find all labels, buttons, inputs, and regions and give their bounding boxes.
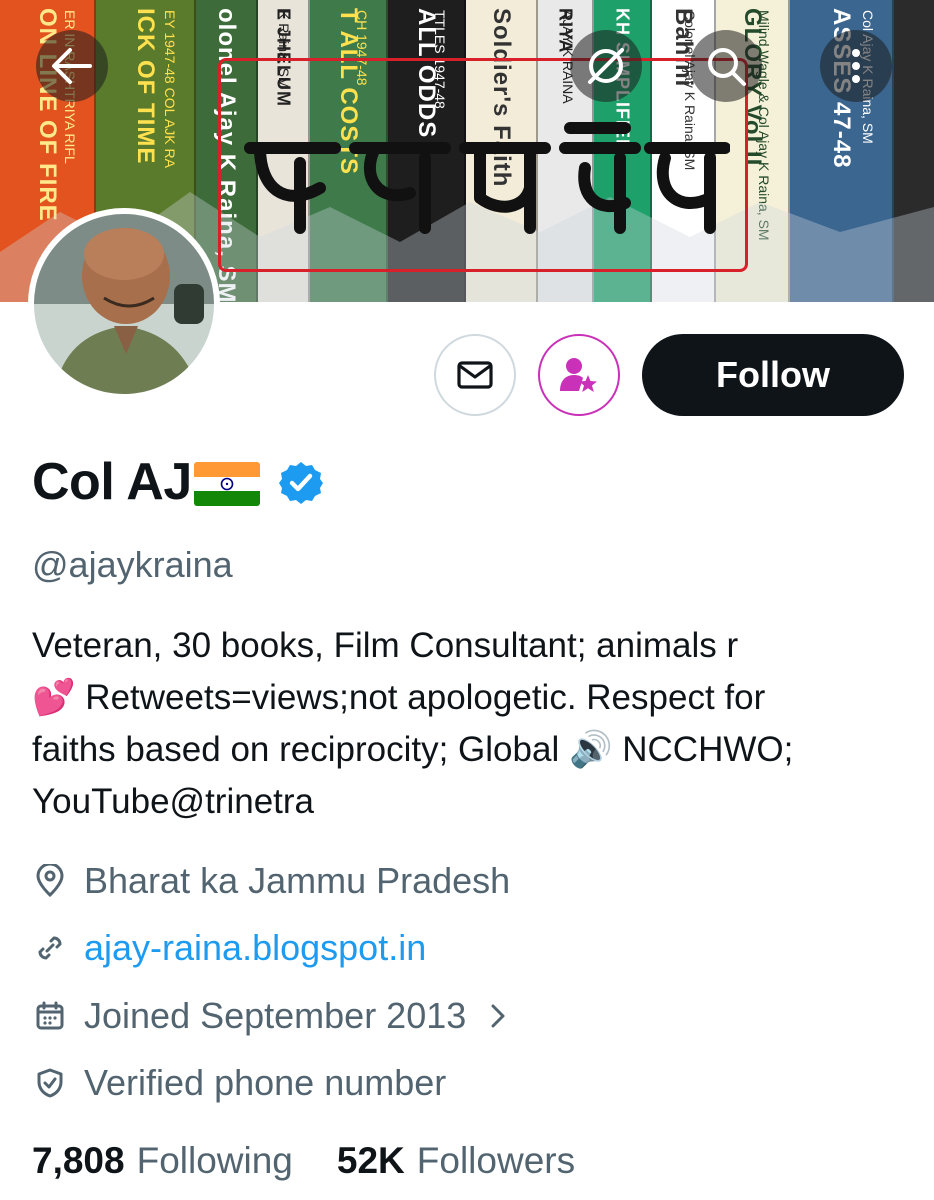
website-link[interactable]: ajay-raina.blogspot.in — [84, 927, 426, 969]
subscribe-button[interactable] — [538, 334, 620, 416]
calendar-icon — [32, 998, 68, 1034]
user-star-icon — [560, 358, 597, 392]
name-row: Col AJ — [32, 452, 324, 512]
bio-line: faiths based on reciprocity; Global 🔊 NC… — [32, 730, 794, 769]
display-name: Col AJ — [32, 453, 192, 511]
joined-text: Joined September 2013 — [84, 995, 467, 1036]
verified-phone-text: Verified phone number — [84, 1062, 447, 1103]
chevron-right-icon — [491, 1004, 505, 1028]
follow-stats: 7,808 Following 52K Followers — [32, 1140, 575, 1182]
location-text: Bharat ka Jammu Pradesh — [84, 860, 511, 901]
following-stat[interactable]: 7,808 Following — [32, 1140, 293, 1182]
location-pin-icon — [32, 863, 68, 899]
more-vertical-icon — [852, 49, 860, 83]
bio: Veteran, 30 books, Film Consultant; anim… — [32, 620, 912, 828]
book-spine-subtitle: EY 1947-48 COL AJK RA — [162, 10, 178, 168]
followers-stat[interactable]: 52K Followers — [337, 1140, 575, 1182]
banner-logo-glyphs — [244, 122, 730, 234]
avatar[interactable] — [28, 208, 220, 400]
more-button[interactable] — [820, 30, 892, 102]
search-button[interactable] — [690, 30, 762, 102]
verified-phone-row: Verified phone number — [32, 1062, 446, 1104]
joined-row[interactable]: Joined September 2013 — [32, 995, 508, 1037]
verified-badge-icon[interactable] — [278, 460, 324, 506]
location-row: Bharat ka Jammu Pradesh — [32, 860, 510, 902]
avatar-photo — [34, 214, 214, 394]
search-icon — [708, 48, 746, 86]
grok-button[interactable] — [570, 30, 642, 102]
followers-label: Followers — [416, 1140, 576, 1181]
following-label: Following — [136, 1140, 293, 1181]
shield-check-icon — [32, 1065, 68, 1101]
grok-icon — [588, 48, 624, 84]
bio-line: Veteran, 30 books, Film Consultant; anim… — [32, 626, 739, 665]
handle: @ajaykraina — [32, 544, 233, 585]
message-button[interactable] — [434, 334, 516, 416]
bio-line: 💕 Retweets=views;not apologetic. Respect… — [32, 678, 766, 717]
followers-count: 52K — [336, 1140, 405, 1181]
arrow-left-icon — [52, 48, 92, 84]
website-row: ajay-raina.blogspot.in — [32, 927, 426, 969]
follow-button[interactable]: Follow — [642, 334, 904, 416]
back-button[interactable] — [36, 30, 108, 102]
book-spine-title: ICK OF TIME — [132, 8, 159, 165]
india-flag-icon — [193, 462, 260, 506]
bio-line[interactable]: YouTube@trinetra — [32, 776, 912, 828]
link-icon — [32, 930, 68, 966]
envelope-icon — [457, 361, 493, 389]
following-count: 7,808 — [32, 1140, 125, 1181]
